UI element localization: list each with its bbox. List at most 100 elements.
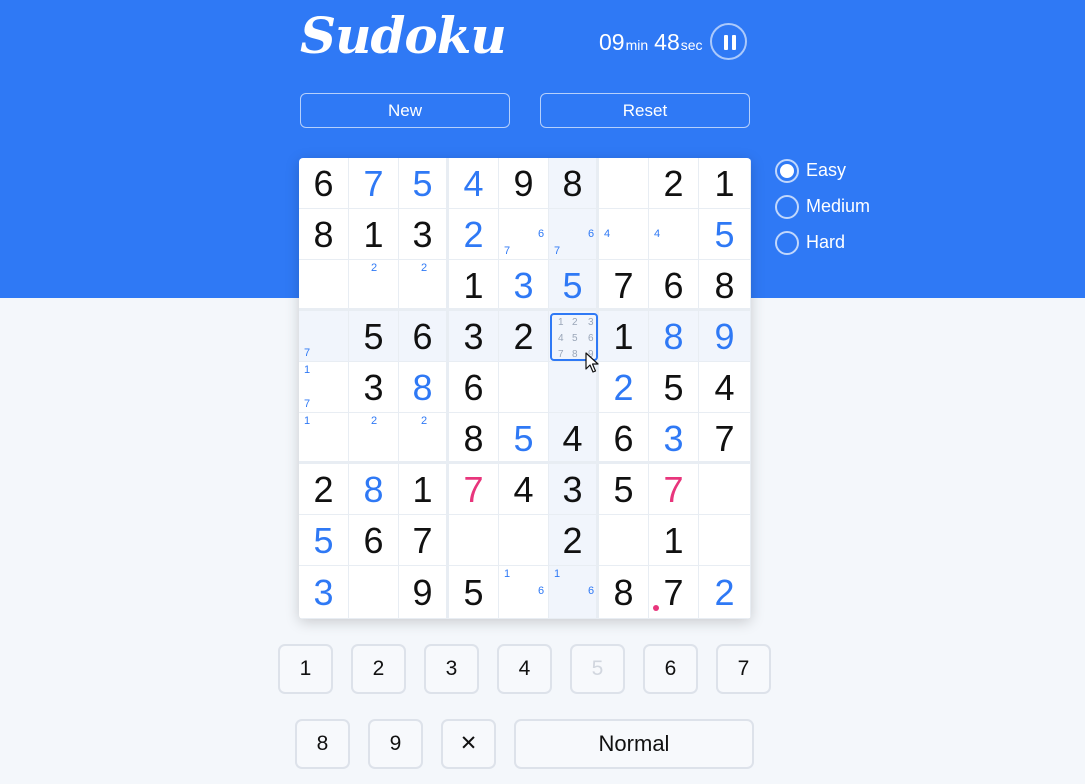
reset-button[interactable]: Reset	[540, 93, 750, 128]
board-cell-r6c4[interactable]: 8	[449, 413, 499, 464]
board-cell-r8c9[interactable]	[699, 515, 751, 566]
board-cell-r1c6[interactable]: 8	[549, 158, 599, 209]
board-cell-r6c7[interactable]: 6	[599, 413, 649, 464]
board-cell-r4c7[interactable]: 1	[599, 311, 649, 362]
number-key-3[interactable]: 3	[424, 644, 479, 694]
board-cell-r1c1[interactable]: 6	[299, 158, 349, 209]
board-cell-r9c6[interactable]: 16	[549, 566, 599, 619]
board-cell-r6c5[interactable]: 5	[499, 413, 549, 464]
number-key-1[interactable]: 1	[278, 644, 333, 694]
board-cell-r9c8[interactable]: 7	[649, 566, 699, 619]
board-cell-r3c4[interactable]: 1	[449, 260, 499, 311]
board-cell-r1c9[interactable]: 1	[699, 158, 751, 209]
number-key-2[interactable]: 2	[351, 644, 406, 694]
board-cell-r6c6[interactable]: 4	[549, 413, 599, 464]
cell-value: 5	[562, 265, 583, 306]
board-cell-r8c4[interactable]	[449, 515, 499, 566]
board-cell-r1c5[interactable]: 9	[499, 158, 549, 209]
board-cell-r4c8[interactable]: 8	[649, 311, 699, 362]
board-cell-r2c4[interactable]: 2	[449, 209, 499, 260]
board-cell-r3c1[interactable]	[299, 260, 349, 311]
board-cell-r3c3[interactable]: 2	[399, 260, 449, 311]
board-cell-r8c1[interactable]: 5	[299, 515, 349, 566]
board-cell-r4c4[interactable]: 3	[449, 311, 499, 362]
board-cell-r1c4[interactable]: 4	[449, 158, 499, 209]
board-cell-r2c1[interactable]: 8	[299, 209, 349, 260]
radio-medium[interactable]	[775, 195, 799, 219]
pause-button[interactable]	[710, 23, 747, 60]
board-cell-r8c2[interactable]: 6	[349, 515, 399, 566]
board-cell-r7c6[interactable]: 3	[549, 464, 599, 515]
board-cell-r4c3[interactable]: 6	[399, 311, 449, 362]
board-cell-r8c5[interactable]	[499, 515, 549, 566]
board-cell-r8c6[interactable]: 2	[549, 515, 599, 566]
board-cell-r3c9[interactable]: 8	[699, 260, 751, 311]
candidate-guide: 3	[588, 317, 594, 328]
number-key-9[interactable]: 9	[368, 719, 423, 769]
board-cell-r2c8[interactable]: 4	[649, 209, 699, 260]
number-key-5[interactable]: 5	[570, 644, 625, 694]
board-cell-r9c3[interactable]: 9	[399, 566, 449, 619]
board-cell-r5c4[interactable]: 6	[449, 362, 499, 413]
board-cell-r4c1[interactable]: 7	[299, 311, 349, 362]
board-cell-r7c5[interactable]: 4	[499, 464, 549, 515]
board-cell-r6c1[interactable]: 1	[299, 413, 349, 464]
board-cell-r4c5[interactable]: 2	[499, 311, 549, 362]
board-cell-r1c2[interactable]: 7	[349, 158, 399, 209]
board-cell-r2c7[interactable]: 4	[599, 209, 649, 260]
board-cell-r8c3[interactable]: 7	[399, 515, 449, 566]
board-cell-r5c9[interactable]: 4	[699, 362, 751, 413]
board-cell-r5c8[interactable]: 5	[649, 362, 699, 413]
board-cell-r1c8[interactable]: 2	[649, 158, 699, 209]
board-cell-r7c2[interactable]: 8	[349, 464, 399, 515]
board-cell-r5c5[interactable]	[499, 362, 549, 413]
board-cell-r7c7[interactable]: 5	[599, 464, 649, 515]
cell-value: 7	[714, 418, 735, 459]
board-cell-r8c8[interactable]: 1	[649, 515, 699, 566]
radio-hard[interactable]	[775, 231, 799, 255]
board-cell-r6c9[interactable]: 7	[699, 413, 751, 464]
board-cell-r5c3[interactable]: 8	[399, 362, 449, 413]
board-cell-r3c6[interactable]: 5	[549, 260, 599, 311]
board-cell-r2c3[interactable]: 3	[399, 209, 449, 260]
radio-easy[interactable]	[775, 159, 799, 183]
board-cell-r9c4[interactable]: 5	[449, 566, 499, 619]
board-cell-r6c2[interactable]: 2	[349, 413, 399, 464]
board-cell-r1c7[interactable]	[599, 158, 649, 209]
number-key-7[interactable]: 7	[716, 644, 771, 694]
board-cell-r9c2[interactable]	[349, 566, 399, 619]
board-cell-r3c2[interactable]: 2	[349, 260, 399, 311]
board-cell-r7c9[interactable]	[699, 464, 751, 515]
number-key-8[interactable]: 8	[295, 719, 350, 769]
board-cell-r3c5[interactable]: 3	[499, 260, 549, 311]
input-mode-button[interactable]: Normal	[514, 719, 754, 769]
board-cell-r7c4[interactable]: 7	[449, 464, 499, 515]
board-cell-r5c7[interactable]: 2	[599, 362, 649, 413]
board-cell-r2c6[interactable]: 67	[549, 209, 599, 260]
erase-button[interactable]: ✕	[441, 719, 496, 769]
board-cell-r5c2[interactable]: 3	[349, 362, 399, 413]
board-cell-r1c3[interactable]: 5	[399, 158, 449, 209]
board-cell-r3c8[interactable]: 6	[649, 260, 699, 311]
timer-seconds-unit: sec	[680, 37, 703, 53]
board-cell-r9c5[interactable]: 16	[499, 566, 549, 619]
board-cell-r7c8[interactable]: 7	[649, 464, 699, 515]
number-key-4[interactable]: 4	[497, 644, 552, 694]
board-cell-r7c1[interactable]: 2	[299, 464, 349, 515]
board-cell-r4c2[interactable]: 5	[349, 311, 399, 362]
board-cell-r6c3[interactable]: 2	[399, 413, 449, 464]
board-cell-r8c7[interactable]	[599, 515, 649, 566]
board-cell-r4c9[interactable]: 9	[699, 311, 751, 362]
board-cell-r3c7[interactable]: 7	[599, 260, 649, 311]
board-cell-r5c1[interactable]: 17	[299, 362, 349, 413]
number-key-6[interactable]: 6	[643, 644, 698, 694]
board-cell-r2c9[interactable]: 5	[699, 209, 751, 260]
board-cell-r9c7[interactable]: 8	[599, 566, 649, 619]
board-cell-r2c2[interactable]: 1	[349, 209, 399, 260]
board-cell-r9c9[interactable]: 2	[699, 566, 751, 619]
board-cell-r7c3[interactable]: 1	[399, 464, 449, 515]
board-cell-r9c1[interactable]: 3	[299, 566, 349, 619]
board-cell-r6c8[interactable]: 3	[649, 413, 699, 464]
new-game-button[interactable]: New	[300, 93, 510, 128]
board-cell-r2c5[interactable]: 67	[499, 209, 549, 260]
